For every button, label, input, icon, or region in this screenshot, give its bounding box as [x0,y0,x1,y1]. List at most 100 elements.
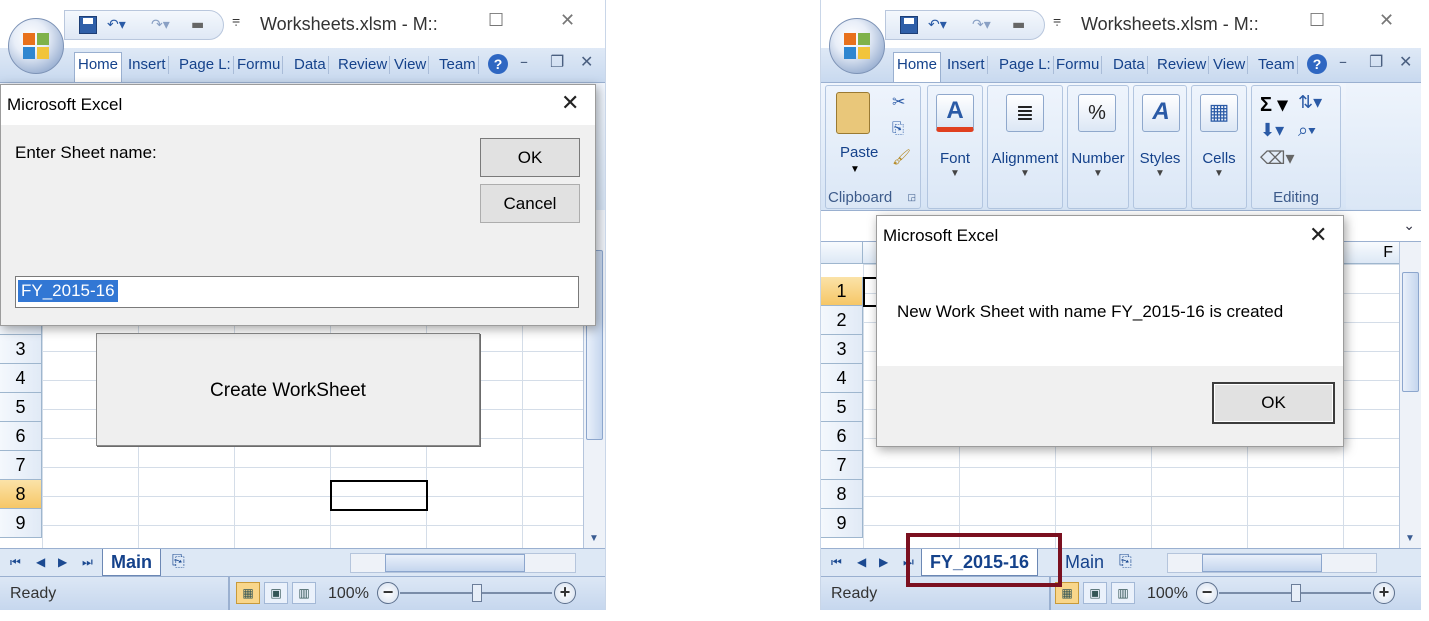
customize-qat-icon[interactable]: ⩦ [1053,12,1061,28]
next-sheet-icon[interactable]: ▶ [58,555,67,569]
sheet-name-input[interactable]: FY_2015-16 [15,276,579,308]
row-header[interactable]: 4 [821,364,863,393]
normal-view-icon[interactable]: ▦ [236,582,260,604]
active-cell[interactable] [330,480,428,511]
styles-icon[interactable]: A [1142,94,1180,132]
undo-icon[interactable]: ↶▾ [928,17,947,33]
cells-icon[interactable]: ▦ [1200,94,1238,132]
row-header[interactable]: 3 [0,335,42,364]
page-layout-view-icon[interactable]: ▣ [264,582,288,604]
sheet-tab-main[interactable]: Main [102,549,162,576]
prev-sheet-icon[interactable]: ◀ [857,555,866,569]
cells-label[interactable]: Cells [1192,150,1246,167]
horizontal-scrollbar[interactable] [350,553,576,573]
office-button[interactable] [8,18,64,74]
maximize-icon[interactable]: ☐ [1309,10,1325,31]
alignment-dropdown-icon[interactable]: ▼ [988,168,1062,179]
alignment-label[interactable]: Alignment [988,150,1062,167]
undo-icon[interactable]: ↶▾ [107,17,126,33]
tab-page-layout[interactable]: Page L: [177,56,234,74]
minimize-ribbon-icon[interactable]: – [520,52,528,71]
tab-insert[interactable]: Insert [126,56,169,74]
tab-team[interactable]: Team [437,56,479,74]
minimize-ribbon-icon[interactable]: – [1339,52,1347,71]
tab-view[interactable]: View [392,56,430,74]
close-workbook-icon[interactable]: ✕ [580,52,593,71]
tab-formulas[interactable]: Formu [1054,56,1103,74]
number-dropdown-icon[interactable]: ▼ [1068,168,1128,179]
ok-button[interactable]: OK [480,138,580,177]
create-worksheet-button[interactable]: Create WorkSheet [96,333,480,446]
tab-formulas[interactable]: Formu [235,56,284,74]
cells-dropdown-icon[interactable]: ▼ [1192,168,1246,179]
font-icon[interactable]: A [936,94,974,132]
tab-home[interactable]: Home [893,52,942,82]
close-icon[interactable]: ✕ [560,10,575,31]
restore-icon[interactable]: ❐ [550,52,564,71]
save-icon[interactable] [900,16,918,34]
row-header-selected[interactable]: 1 [821,277,863,306]
ok-button[interactable]: OK [1212,382,1335,424]
vertical-scrollbar[interactable]: ▼ [1399,242,1421,548]
sort-filter-icon[interactable]: ⇅▾ [1298,92,1322,113]
row-header[interactable]: 7 [821,451,863,480]
horizontal-scrollbar[interactable] [1167,553,1377,573]
row-header[interactable]: 8 [821,480,863,509]
sheet-tab-main[interactable]: Main [1057,549,1112,576]
dialog-close-icon[interactable]: ✕ [1309,223,1327,248]
tab-data[interactable]: Data [292,56,329,74]
row-header[interactable]: 9 [0,509,42,538]
row-header[interactable]: 2 [821,306,863,335]
tab-page-layout[interactable]: Page L: [997,56,1054,74]
last-sheet-icon[interactable]: ⏭ [82,555,93,570]
row-header[interactable]: 6 [821,422,863,451]
first-sheet-icon[interactable]: ⏮ [831,555,842,570]
tab-review[interactable]: Review [336,56,391,74]
font-dropdown-icon[interactable]: ▼ [928,168,982,179]
toolbar-icon[interactable]: ▬ [191,17,204,33]
zoom-in-icon[interactable]: + [554,582,576,604]
restore-icon[interactable]: ❐ [1369,52,1383,71]
help-icon[interactable]: ? [488,54,508,74]
save-icon[interactable] [79,16,97,34]
insert-sheet-icon[interactable]: ⎘ [172,551,185,571]
find-select-icon[interactable]: ⌕▾ [1298,120,1316,141]
zoom-level[interactable]: 100% [328,585,369,603]
dialog-launcher-icon[interactable]: ◲ [907,192,916,203]
paste-dropdown-icon[interactable]: ▼ [850,164,860,175]
first-sheet-icon[interactable]: ⏮ [10,555,21,570]
tab-insert[interactable]: Insert [945,56,988,74]
toolbar-icon[interactable]: ▬ [1012,17,1025,33]
autosum-icon[interactable]: Σ ▾ [1260,92,1288,117]
select-all-corner[interactable] [821,242,863,264]
scroll-down-icon[interactable]: ▼ [1405,533,1415,544]
close-workbook-icon[interactable]: ✕ [1399,52,1412,71]
help-icon[interactable]: ? [1307,54,1327,74]
redo-icon[interactable]: ↷▾ [151,17,170,33]
alignment-icon[interactable]: ≣ [1006,94,1044,132]
prev-sheet-icon[interactable]: ◀ [36,555,45,569]
styles-label[interactable]: Styles [1134,150,1186,167]
zoom-knob[interactable] [472,584,482,602]
column-header-f[interactable]: F [1383,244,1393,262]
copy-icon[interactable]: ⎘ [892,120,904,137]
page-break-view-icon[interactable]: ▥ [1111,582,1135,604]
cut-icon[interactable]: ✂ [892,92,905,112]
row-header[interactable]: 5 [0,393,42,422]
format-painter-icon[interactable]: 🖌 [892,148,911,166]
maximize-icon[interactable]: ☐ [488,10,504,31]
fill-icon[interactable]: ⬇▾ [1260,120,1284,141]
row-header[interactable]: 5 [821,393,863,422]
clear-icon[interactable]: ⌫▾ [1260,148,1295,169]
hscroll-thumb[interactable] [1202,554,1322,572]
tab-home[interactable]: Home [74,52,123,82]
selected-input-text[interactable]: FY_2015-16 [18,280,118,302]
zoom-out-icon[interactable]: − [377,582,399,604]
paste-icon[interactable] [836,92,870,134]
tab-review[interactable]: Review [1155,56,1210,74]
row-header[interactable]: 3 [821,335,863,364]
percent-icon[interactable]: % [1078,94,1116,132]
hscroll-thumb[interactable] [385,554,525,572]
page-break-view-icon[interactable]: ▥ [292,582,316,604]
zoom-knob[interactable] [1291,584,1301,602]
